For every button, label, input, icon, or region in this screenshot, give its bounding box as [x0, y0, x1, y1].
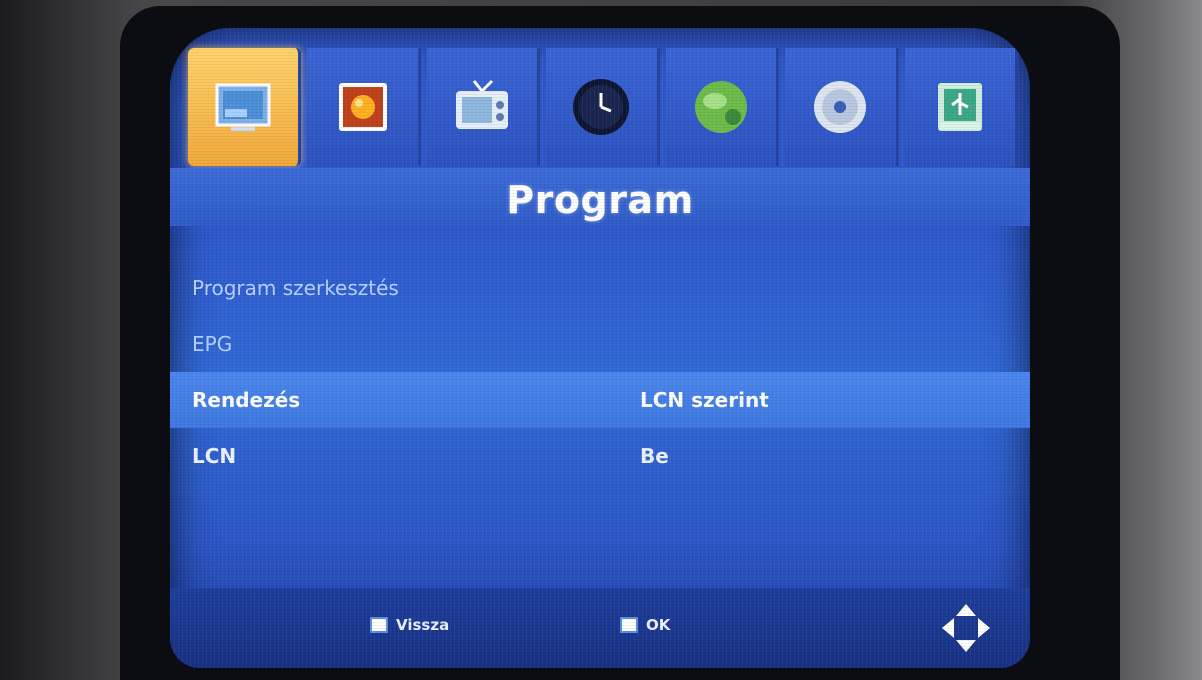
- picture-settings-icon: [215, 83, 271, 131]
- ok-label: OK: [646, 616, 671, 634]
- tv-channel-icon: [456, 79, 509, 129]
- tv-photo: Program Program szerkesztés EPG Rendezés…: [0, 0, 1202, 680]
- disc-icon: [814, 81, 867, 133]
- tab-tv[interactable]: [426, 48, 541, 166]
- tv-screen: Program Program szerkesztés EPG Rendezés…: [170, 28, 1030, 668]
- clock-icon: [573, 79, 630, 135]
- back-hint[interactable]: Vissza: [370, 616, 449, 634]
- back-label: Vissza: [396, 616, 450, 634]
- page-title: Program: [506, 178, 694, 222]
- ok-key-icon: [620, 617, 638, 633]
- footer-bar: Vissza OK: [170, 588, 1030, 668]
- navigation-arrows-icon: [942, 604, 990, 652]
- tab-system[interactable]: [785, 48, 899, 166]
- tab-time[interactable]: [546, 48, 660, 166]
- tab-picture[interactable]: [188, 48, 302, 166]
- menu-key-icon: [370, 617, 388, 633]
- settings-menu: Program szerkesztés EPG Rendezés LCN sze…: [170, 260, 1030, 484]
- usb-icon: [937, 83, 982, 131]
- globe-icon: [694, 81, 747, 133]
- menu-item-value: LCN szerint: [640, 388, 769, 412]
- image-icon: [338, 83, 387, 131]
- menu-item-epg[interactable]: EPG: [170, 316, 1030, 372]
- menu-icon-bar: [188, 48, 1018, 166]
- tab-usb[interactable]: [904, 48, 1018, 166]
- menu-item-label: Program szerkesztés: [192, 276, 399, 300]
- tab-image[interactable]: [307, 48, 421, 166]
- menu-item-label: LCN: [192, 444, 237, 468]
- ok-hint[interactable]: OK: [620, 616, 670, 634]
- menu-item-label: Rendezés: [192, 388, 301, 412]
- menu-item-sort[interactable]: Rendezés LCN szerint: [170, 372, 1030, 428]
- menu-item-value: Be: [640, 444, 669, 468]
- menu-item-label: EPG: [192, 332, 233, 356]
- tab-language[interactable]: [665, 48, 780, 166]
- menu-item-lcn[interactable]: LCN Be: [170, 428, 1030, 484]
- menu-item-program-edit[interactable]: Program szerkesztés: [170, 260, 1030, 316]
